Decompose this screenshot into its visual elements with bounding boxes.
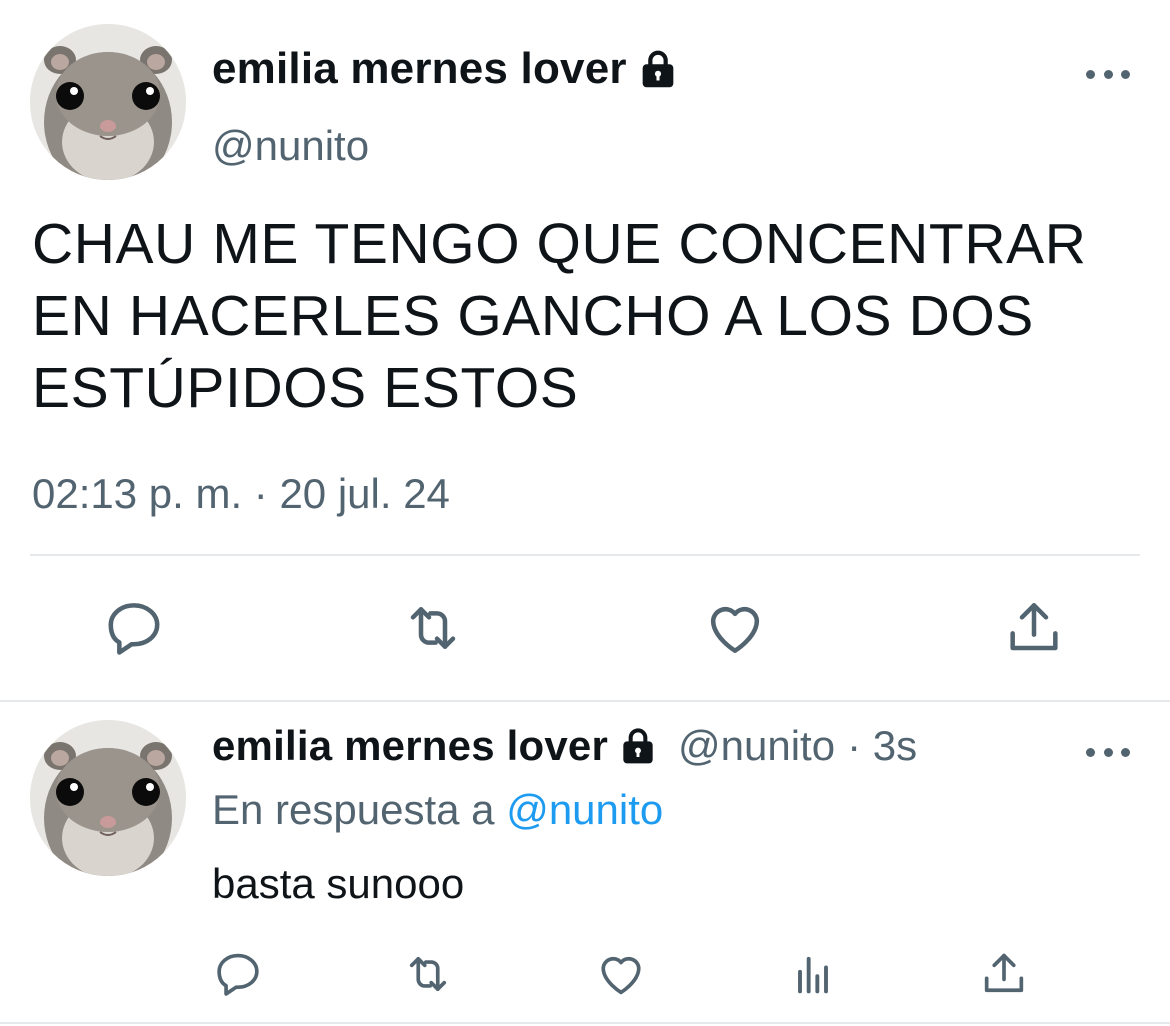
tweet-timestamp[interactable]: 02:13 p. m. · 20 jul. 24: [32, 470, 450, 518]
reply-mention-link[interactable]: @nunito: [506, 786, 663, 833]
author-row: emilia mernes lover: [212, 44, 681, 94]
handle[interactable]: @nunito: [212, 122, 369, 170]
share-icon[interactable]: [1002, 596, 1066, 660]
more-options-icon[interactable]: [1086, 742, 1130, 762]
reply-author-row: emilia mernes lover @nunito · 3s: [212, 722, 917, 770]
like-icon[interactable]: [703, 596, 767, 660]
lock-icon: [635, 46, 681, 92]
hamster-avatar-image: [30, 720, 186, 876]
avatar[interactable]: [30, 24, 186, 180]
reply-icon[interactable]: [212, 948, 264, 1000]
tweet-text: basta sunooo: [212, 860, 465, 907]
avatar[interactable]: [30, 720, 186, 876]
more-options-icon[interactable]: [1086, 64, 1130, 84]
divider: [0, 1022, 1170, 1024]
display-name[interactable]: emilia mernes lover: [212, 722, 608, 770]
tweet-text: CHAU ME TENGO QUE CONCENTRAR EN HACERLES…: [32, 212, 1087, 420]
like-icon[interactable]: [595, 948, 647, 1000]
analytics-icon[interactable]: [787, 948, 839, 1000]
divider: [0, 700, 1170, 702]
handle[interactable]: @nunito: [678, 722, 835, 770]
reply-icon[interactable]: [102, 596, 166, 660]
retweet-icon[interactable]: [402, 948, 454, 1000]
display-name[interactable]: emilia mernes lover: [212, 44, 627, 94]
share-icon[interactable]: [978, 948, 1030, 1000]
lock-icon: [616, 724, 660, 768]
hamster-avatar-image: [30, 24, 186, 180]
retweet-icon[interactable]: [401, 596, 465, 660]
tweet-age[interactable]: · 3s: [847, 722, 917, 770]
replying-to: En respuesta a @nunito: [212, 786, 663, 834]
reply-prefix: En respuesta a: [212, 786, 495, 833]
divider: [30, 554, 1140, 556]
